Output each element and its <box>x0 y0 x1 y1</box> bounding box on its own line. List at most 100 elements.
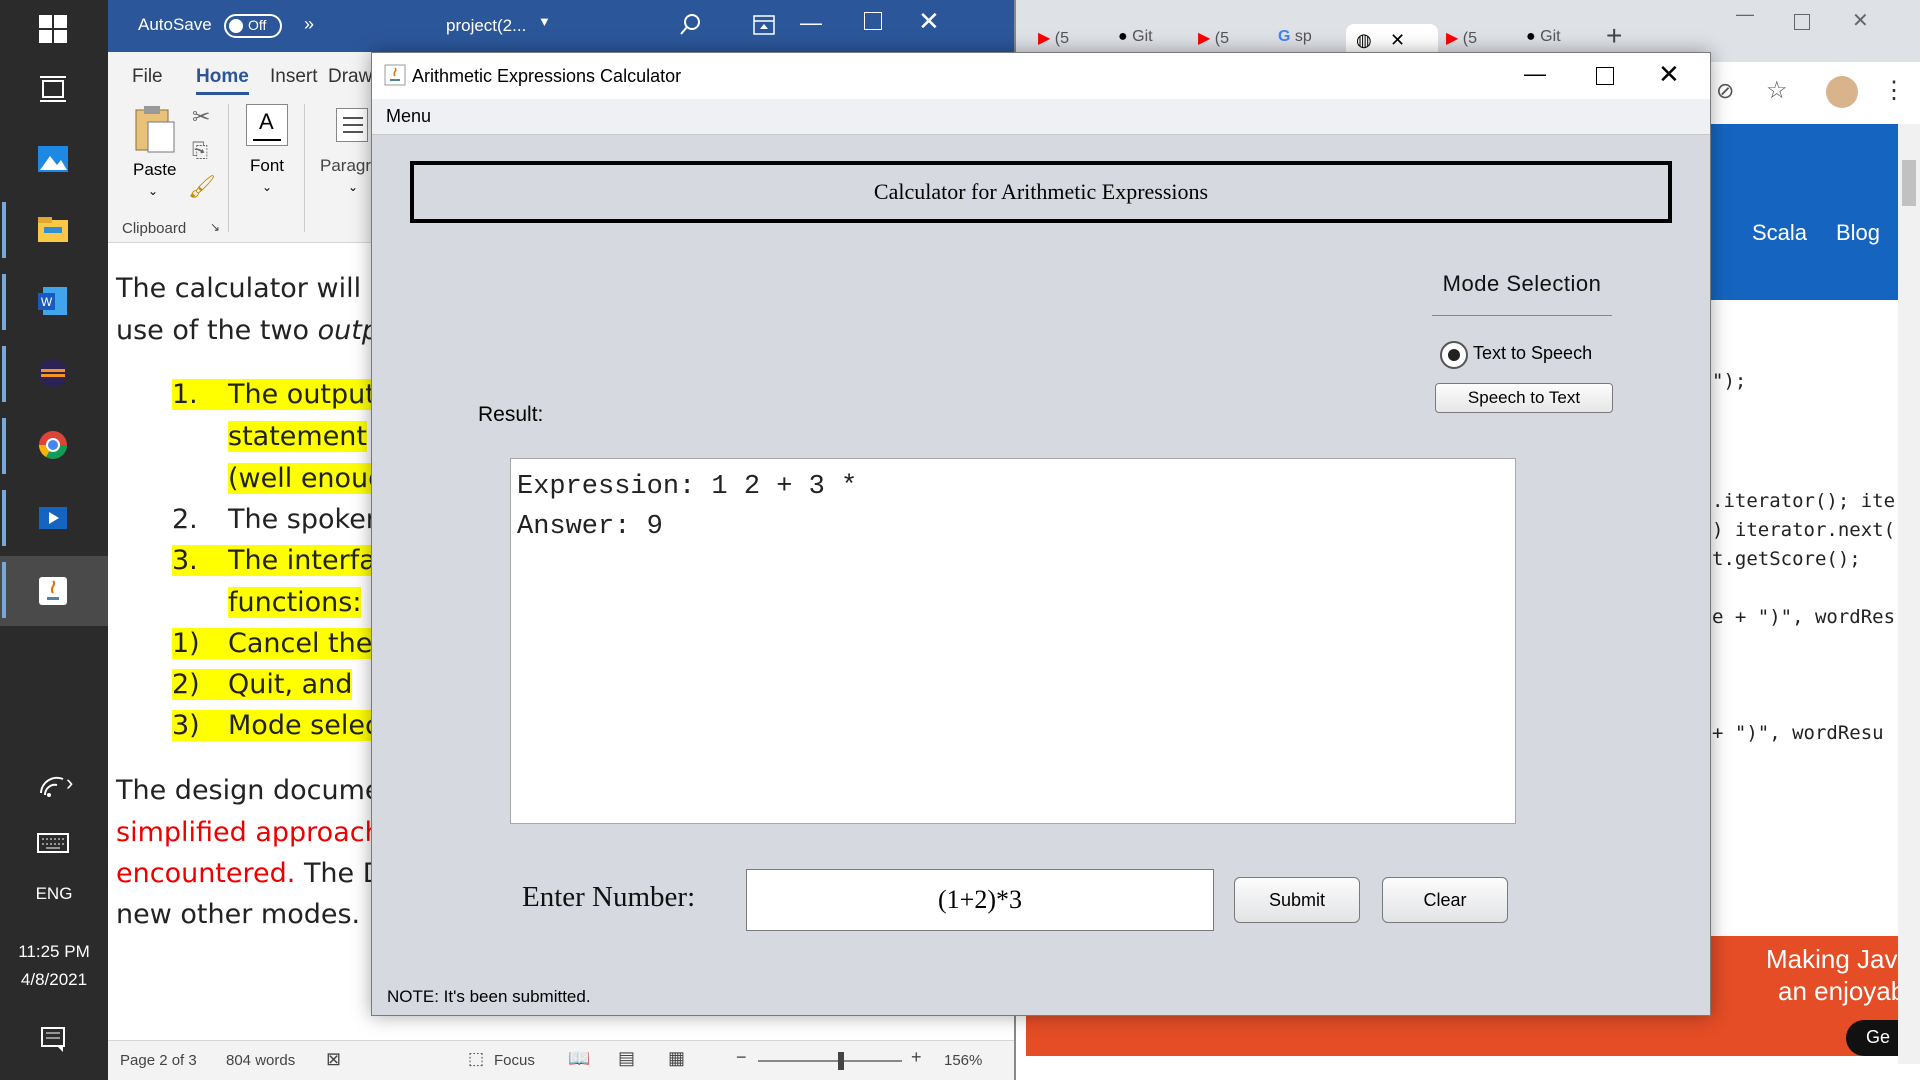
maximize-icon[interactable] <box>1794 14 1810 30</box>
format-painter-icon[interactable]: 🖌 <box>188 174 216 200</box>
submit-button[interactable]: Submit <box>1234 877 1360 923</box>
banner-text: an enjoyab <box>1778 976 1906 1006</box>
zoom-slider-thumb[interactable] <box>838 1052 844 1070</box>
close-icon[interactable]: ✕ <box>1852 8 1869 33</box>
list-item: 1) Cancel the <box>172 628 373 659</box>
word-count[interactable]: 804 words <box>226 1052 295 1069</box>
file-explorer-icon[interactable] <box>28 204 78 254</box>
search-icon[interactable] <box>678 12 704 38</box>
doc-line: use of the two outpu <box>116 315 397 346</box>
word-titlebar: AutoSave Off » project(2... ▼ — ✕ <box>108 0 1014 52</box>
task-view-icon[interactable] <box>28 64 78 114</box>
list-item: statement <box>228 421 368 452</box>
list-item: 1. The output <box>172 379 376 410</box>
new-tab-icon[interactable]: + <box>1606 20 1622 52</box>
print-layout-icon[interactable]: ▤ <box>618 1048 635 1069</box>
paragraph-label[interactable]: Paragr <box>320 156 371 176</box>
focus-button[interactable]: Focus <box>494 1052 535 1069</box>
dialog-launcher-icon[interactable]: ↘ <box>210 220 220 234</box>
page-count[interactable]: Page 2 of 3 <box>120 1052 197 1069</box>
word-app-icon[interactable]: W <box>28 276 78 326</box>
globe-icon: ◍ <box>1356 30 1372 50</box>
tracking-off-icon[interactable]: ⊘ <box>1716 78 1734 104</box>
browser-tab[interactable]: ● Git <box>1118 28 1153 46</box>
paragraph-dropdown-icon[interactable]: ⌄ <box>348 180 358 194</box>
read-mode-icon[interactable]: 📖 <box>568 1048 590 1069</box>
code-line: e + ")", wordRes <box>1712 606 1896 628</box>
autosave-toggle[interactable]: Off <box>224 14 282 38</box>
nav-link[interactable]: Blog <box>1836 220 1880 246</box>
minimize-icon[interactable]: — <box>1736 4 1754 25</box>
document-title[interactable]: project(2... <box>446 16 526 36</box>
browser-tab[interactable]: ▶ (5 <box>1446 28 1477 48</box>
ribbon-display-icon[interactable] <box>752 14 776 36</box>
tab-draw[interactable]: Draw <box>328 66 372 88</box>
maximize-icon[interactable] <box>1596 67 1614 85</box>
title-dropdown-icon[interactable]: ▼ <box>538 14 551 29</box>
clock-date[interactable]: 4/8/2021 <box>0 970 108 990</box>
expression-input[interactable]: (1+2)*3 <box>746 869 1214 931</box>
maximize-icon[interactable] <box>864 12 882 30</box>
keyboard-icon[interactable] <box>28 818 78 868</box>
browser-tab[interactable]: G sp <box>1278 28 1312 46</box>
doc-line: new other modes. <box>116 899 361 930</box>
menu-item[interactable]: Menu <box>386 106 431 127</box>
more-commands-icon[interactable]: » <box>304 14 314 35</box>
tab-close-icon[interactable]: ✕ <box>1390 30 1405 51</box>
nav-link[interactable]: Scala <box>1752 220 1807 246</box>
profile-avatar[interactable] <box>1826 76 1858 108</box>
browser-tab[interactable]: ▶ (5 <box>1038 28 1069 48</box>
minimize-icon[interactable]: — <box>1524 61 1546 87</box>
copy-icon[interactable]: ⎘ <box>192 140 208 163</box>
scrollbar[interactable] <box>1898 124 1920 1064</box>
status-note: NOTE: It's been submitted. <box>387 987 591 1006</box>
close-icon[interactable]: ✕ <box>918 6 940 37</box>
photos-app-icon[interactable] <box>28 134 78 184</box>
browser-tab[interactable]: ▶ (5 <box>1198 28 1229 48</box>
tab-home[interactable]: Home <box>196 66 249 95</box>
font-icon[interactable]: A <box>246 104 288 146</box>
clock-time[interactable]: 11:25 PM <box>0 942 108 962</box>
minimize-icon[interactable]: — <box>800 10 822 36</box>
web-layout-icon[interactable]: ▦ <box>668 1048 685 1069</box>
calculator-window: Arithmetic Expressions Calculator — ✕ Me… <box>371 52 1711 1016</box>
scrollbar-thumb[interactable] <box>1902 160 1916 206</box>
result-label: Result: <box>478 403 544 426</box>
text-to-speech-radio[interactable] <box>1440 341 1468 369</box>
font-label[interactable]: Font <box>250 156 284 176</box>
language-indicator[interactable]: ENG <box>0 884 108 904</box>
tab-file[interactable]: File <box>132 66 163 88</box>
paste-icon[interactable] <box>132 104 178 156</box>
java-app-icon[interactable] <box>28 566 78 616</box>
paragraph-icon[interactable] <box>336 108 368 142</box>
chevron-right-icon[interactable]: › <box>66 770 73 796</box>
close-icon[interactable]: ✕ <box>1658 59 1680 90</box>
tab-insert[interactable]: Insert <box>270 66 318 88</box>
focus-icon[interactable]: ⬚ <box>468 1049 484 1069</box>
browser-tab[interactable]: ● Git <box>1526 28 1561 46</box>
app-menubar: Menu <box>372 99 1710 135</box>
zoom-out-icon[interactable]: − <box>736 1047 747 1068</box>
text-to-speech-label[interactable]: Text to Speech <box>1473 343 1592 364</box>
media-player-icon[interactable] <box>28 492 78 542</box>
clear-button[interactable]: Clear <box>1382 877 1508 923</box>
enter-number-label: Enter Number: <box>522 881 696 913</box>
zoom-slider[interactable] <box>758 1060 902 1062</box>
menu-kebab-icon[interactable]: ⋮ <box>1882 76 1906 105</box>
zoom-level[interactable]: 156% <box>944 1052 982 1069</box>
result-textarea[interactable]: Expression: 1 2 + 3 * Answer: 9 <box>510 458 1516 824</box>
chrome-app-icon[interactable] <box>28 420 78 470</box>
cut-icon[interactable]: ✂ <box>192 104 210 130</box>
windows-start-icon[interactable] <box>28 4 78 54</box>
notification-icon[interactable] <box>28 1014 78 1064</box>
code-line: + ")", wordResu <box>1712 722 1884 744</box>
proofing-icon[interactable]: ⊠ <box>326 1049 341 1070</box>
font-dropdown-icon[interactable]: ⌄ <box>262 180 272 194</box>
eclipse-app-icon[interactable] <box>28 348 78 398</box>
paste-label[interactable]: Paste <box>133 160 176 180</box>
list-item: 2. The spoken <box>172 504 383 535</box>
zoom-in-icon[interactable]: + <box>911 1047 922 1068</box>
paste-dropdown-icon[interactable]: ⌄ <box>148 184 158 198</box>
speech-to-text-button[interactable]: Speech to Text <box>1435 383 1613 413</box>
bookmark-star-icon[interactable]: ☆ <box>1766 76 1788 105</box>
